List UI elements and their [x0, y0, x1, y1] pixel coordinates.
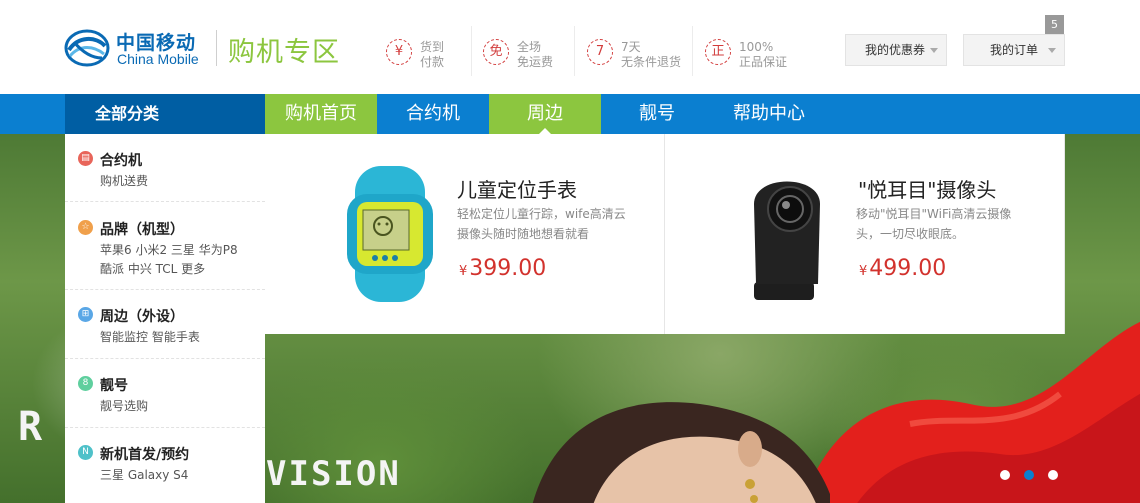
- category-title: 品牌（机型）: [100, 222, 184, 238]
- seven-day-icon: 7: [587, 39, 613, 65]
- my-coupons-label: 我的优惠券: [865, 43, 926, 57]
- category-subtitle[interactable]: 购机送费: [100, 172, 148, 189]
- logo-english-text: China Mobile: [117, 51, 199, 67]
- product-card-camera[interactable]: "悦耳目"摄像头 移动"悦耳目"WiFi高清云摄像头，一切尽收眼底。 ¥499.…: [665, 134, 1065, 334]
- my-orders-label: 我的订单: [990, 43, 1039, 57]
- site-header: 中国移动 China Mobile 购机专区 ¥ 货到 付款 免 全场 免运费 7 …: [0, 0, 1140, 94]
- promo-line2: 无条件退货: [621, 55, 682, 69]
- category-sidebar: ▤ 合约机 购机送费 ☆ 品牌（机型） 苹果6 小米2 三星 华为P8 酷派 中…: [65, 134, 265, 503]
- category-title: 合约机: [100, 153, 142, 169]
- divider: [471, 26, 472, 76]
- nav-item-label: 靓号: [639, 103, 675, 124]
- chevron-down-icon: [930, 48, 938, 53]
- page-title: 购机专区: [228, 37, 340, 68]
- category-subtitle[interactable]: 三星 Galaxy S4: [100, 466, 188, 483]
- orders-count-badge: 5: [1045, 15, 1064, 34]
- category-title: 靓号: [100, 378, 128, 394]
- product-description: 轻松定位儿童行踪，wife高清云摄像头随时随地想看就看: [457, 207, 626, 241]
- category-subtitle[interactable]: 苹果6 小米2 三星 华为P8: [100, 241, 238, 258]
- nav-item-label: 帮助中心: [733, 103, 805, 124]
- grid-icon: ⊞: [78, 307, 93, 322]
- china-mobile-logo-icon: [64, 29, 110, 67]
- kids-watch-image[interactable]: [335, 164, 445, 304]
- price-value: 499.00: [869, 256, 947, 281]
- all-categories-menu[interactable]: 全部分类: [65, 94, 265, 134]
- nav-item-accessories[interactable]: 周边: [489, 94, 601, 134]
- nav-item-home[interactable]: 购机首页: [265, 94, 377, 134]
- promo-line1: 全场: [517, 40, 542, 54]
- product-price: ¥399.00: [459, 256, 546, 281]
- category-accessories[interactable]: ⊞ 周边（外设） 智能监控 智能手表: [65, 290, 265, 359]
- carousel-dot-active[interactable]: [1024, 470, 1034, 480]
- category-brands[interactable]: ☆ 品牌（机型） 苹果6 小米2 三星 华为P8 酷派 中兴 TCL 更多: [65, 202, 265, 290]
- product-description: 移动"悦耳目"WiFi高清云摄像头，一切尽收眼底。: [856, 207, 1012, 241]
- currency-symbol: ¥: [859, 264, 868, 279]
- main-nav: 全部分类 购机首页 合约机 周边 靓号 帮助中心: [0, 94, 1140, 134]
- product-name[interactable]: 儿童定位手表: [457, 174, 577, 203]
- product-card-kids-watch[interactable]: 儿童定位手表 轻松定位儿童行踪，wife高清云摄像头随时随地想看就看 ¥399.…: [265, 134, 665, 334]
- category-contract-phones[interactable]: ▤ 合约机 购机送费: [65, 134, 265, 202]
- carousel-dot[interactable]: [1000, 470, 1010, 480]
- promo-line1: 7天: [621, 40, 641, 54]
- nav-item-contract-phones[interactable]: 合约机: [377, 94, 489, 134]
- category-subtitle[interactable]: 智能监控 智能手表: [100, 328, 200, 345]
- carousel-dot[interactable]: [1048, 470, 1058, 480]
- new-icon: N: [78, 445, 93, 460]
- category-new-releases[interactable]: N 新机首发/预约 三星 Galaxy S4: [65, 428, 265, 503]
- nav-item-label: 合约机: [406, 103, 460, 124]
- divider: [574, 26, 575, 76]
- my-coupons-button[interactable]: 我的优惠券: [845, 34, 947, 66]
- divider: [692, 26, 693, 76]
- star-icon: ☆: [78, 220, 93, 235]
- promo-line2: 付款: [420, 55, 445, 69]
- promo-line2: 免运费: [517, 55, 554, 69]
- category-title: 周边（外设）: [100, 309, 184, 325]
- category-title: 新机首发/预约: [100, 447, 190, 463]
- number-icon: 8: [78, 376, 93, 391]
- promo-line2: 正品保证: [739, 55, 788, 69]
- product-price: ¥499.00: [859, 256, 946, 281]
- category-subtitle[interactable]: 靓号选购: [100, 397, 148, 414]
- promo-line1: 100%: [739, 40, 774, 54]
- nav-item-help-center[interactable]: 帮助中心: [713, 94, 825, 134]
- my-orders-button[interactable]: 我的订单: [963, 34, 1065, 66]
- nav-item-lucky-numbers[interactable]: 靓号: [601, 94, 713, 134]
- product-name[interactable]: "悦耳目"摄像头: [858, 174, 996, 203]
- accessories-dropdown-panel: 儿童定位手表 轻松定位儿童行踪，wife高清云摄像头随时随地想看就看 ¥399.…: [265, 134, 1065, 334]
- category-lucky-numbers[interactable]: 8 靓号 靓号选购: [65, 359, 265, 428]
- category-subtitle[interactable]: 酷派 中兴 TCL 更多: [100, 260, 205, 277]
- banner-watermark-letter: R: [18, 404, 45, 450]
- genuine-icon: 正: [705, 39, 731, 65]
- currency-symbol: ¥: [459, 264, 468, 279]
- nav-item-label: 购机首页: [285, 103, 357, 124]
- promo-line1: 货到: [420, 40, 445, 54]
- banner-watermark-text: VISION: [266, 454, 401, 494]
- yen-icon: ¥: [386, 39, 412, 65]
- security-camera-image[interactable]: [740, 164, 850, 304]
- free-icon: 免: [483, 39, 509, 65]
- nav-item-label: 周边: [527, 103, 563, 124]
- document-icon: ▤: [78, 151, 93, 166]
- logo-divider: [216, 30, 217, 66]
- banner-model-image: [532, 402, 830, 503]
- china-mobile-logo[interactable]: 中国移动 China Mobile: [64, 26, 214, 72]
- chevron-down-icon: [1048, 48, 1056, 53]
- price-value: 399.00: [469, 256, 547, 281]
